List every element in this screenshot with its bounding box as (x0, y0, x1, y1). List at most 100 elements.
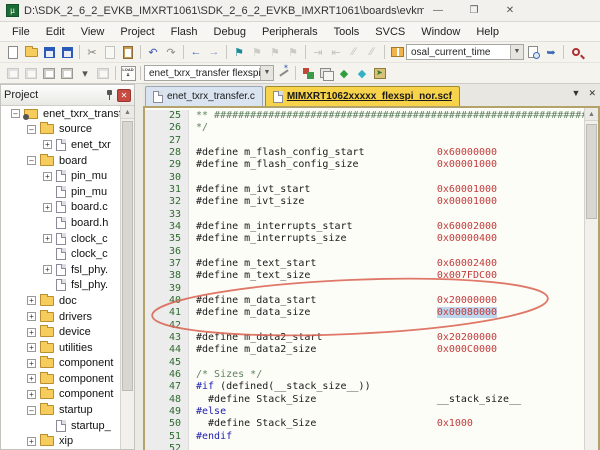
bookmark-clear-icon[interactable]: ⚑ (284, 44, 302, 61)
undo-icon[interactable]: ↶ (144, 44, 162, 61)
tab-enet-txrx-transfer-c[interactable]: enet_txrx_transfer.c (145, 86, 263, 106)
stop-build-icon[interactable] (94, 65, 112, 82)
translate-icon[interactable] (4, 65, 22, 82)
expand-icon[interactable]: + (27, 390, 36, 399)
menu-svcs[interactable]: SVCS (367, 24, 413, 40)
save-icon[interactable] (40, 44, 58, 61)
find-text-combobox[interactable]: osal_current_time▼ (406, 44, 524, 60)
scrollbar-thumb[interactable] (122, 121, 133, 391)
menu-project[interactable]: Project (112, 24, 162, 40)
menu-tools[interactable]: Tools (326, 24, 368, 40)
outdent-icon[interactable]: ⇤ (327, 44, 345, 61)
new-file-icon[interactable] (4, 44, 22, 61)
tree-item-startup[interactable]: –startup (1, 402, 120, 418)
select-software-icon[interactable]: ◆ (335, 65, 353, 82)
expand-icon[interactable]: + (27, 343, 36, 352)
tab-close-icon[interactable]: ✕ (588, 88, 596, 99)
tab-list-dropdown-icon[interactable]: ▼ (572, 88, 581, 99)
help-search-icon[interactable] (567, 44, 585, 61)
menu-file[interactable]: File (4, 24, 38, 40)
expand-icon[interactable]: + (43, 140, 52, 149)
nav-back-icon[interactable]: ← (187, 44, 205, 61)
expand-icon[interactable]: + (27, 328, 36, 337)
indent-icon[interactable]: ⇥ (309, 44, 327, 61)
scroll-up-icon[interactable]: ▲ (121, 106, 134, 119)
menu-debug[interactable]: Debug (206, 24, 254, 40)
expand-icon[interactable]: + (43, 234, 52, 243)
load-flash-icon[interactable]: LOAD ⇊ (119, 65, 137, 82)
tree-item-utilities[interactable]: +utilities (1, 340, 120, 356)
maximize-button[interactable]: ❐ (456, 0, 492, 22)
collapse-icon[interactable]: – (27, 125, 36, 134)
editor-scrollbar[interactable]: ▲ (584, 108, 598, 450)
collapse-icon[interactable]: – (27, 406, 36, 415)
target-options-icon[interactable] (274, 65, 292, 82)
batch-build-icon[interactable] (58, 65, 76, 82)
tree-item-component[interactable]: +component (1, 371, 120, 387)
tab-mimxrt1062xxxxx-flexspi-nor-scf[interactable]: MIMXRT1062xxxxx_flexspi_nor.scf (265, 86, 460, 106)
copy-icon[interactable] (101, 44, 119, 61)
tree-item-startup-[interactable]: startup_ (1, 418, 120, 434)
build-icon[interactable] (22, 65, 40, 82)
tree-item-xip[interactable]: +xip (1, 433, 120, 449)
rebuild-icon[interactable] (40, 65, 58, 82)
bookmark-prev-icon[interactable]: ⚑ (248, 44, 266, 61)
bookmark-next-icon[interactable]: ⚑ (266, 44, 284, 61)
menu-flash[interactable]: Flash (163, 24, 206, 40)
editor-content[interactable]: 25** ###################################… (145, 108, 584, 450)
tree-item-fsl-phy-[interactable]: fsl_phy. (1, 278, 120, 294)
tree-item-board-h[interactable]: board.h (1, 215, 120, 231)
scroll-up-icon[interactable]: ▲ (585, 108, 598, 121)
collapse-icon[interactable]: – (11, 109, 20, 118)
paste-icon[interactable] (119, 44, 137, 61)
bookmark-toggle-icon[interactable]: ⚑ (230, 44, 248, 61)
redo-icon[interactable]: ↷ (162, 44, 180, 61)
menu-window[interactable]: Window (413, 24, 468, 40)
expand-icon[interactable]: + (27, 359, 36, 368)
tree-item-source[interactable]: –source (1, 122, 120, 138)
cut-icon[interactable]: ✂ (83, 44, 101, 61)
nav-forward-icon[interactable]: → (205, 44, 223, 61)
expand-icon[interactable]: + (43, 203, 52, 212)
tree-item-component[interactable]: +component (1, 356, 120, 372)
minimize-button[interactable]: — (420, 0, 456, 22)
expand-icon[interactable]: + (27, 312, 36, 321)
tree-item-enet-txrx-transf[interactable]: –enet_txrx_transf (1, 106, 120, 122)
chevron-down-icon[interactable]: ▼ (260, 66, 273, 80)
close-button[interactable]: ✕ (492, 0, 528, 22)
expand-icon[interactable]: + (43, 265, 52, 274)
tree-item-clock-c[interactable]: +clock_c (1, 231, 120, 247)
menu-help[interactable]: Help (468, 24, 507, 40)
pin-icon[interactable] (104, 89, 114, 101)
tree-item-device[interactable]: +device (1, 324, 120, 340)
batch-build-arrow-icon[interactable]: ▾ (76, 65, 94, 82)
panel-close-icon[interactable]: ✕ (117, 89, 131, 102)
menu-edit[interactable]: Edit (38, 24, 73, 40)
expand-icon[interactable]: + (27, 296, 36, 305)
uncomment-icon[interactable]: ∕∕ (363, 44, 381, 61)
manage-rte-icon[interactable] (299, 65, 317, 82)
tree-item-component[interactable]: +component (1, 387, 120, 403)
chevron-down-icon[interactable]: ▼ (510, 45, 523, 59)
panel-splitter[interactable] (135, 84, 143, 450)
tree-item-clock-c[interactable]: clock_c (1, 246, 120, 262)
tree-item-board[interactable]: –board (1, 153, 120, 169)
comment-icon[interactable]: ∕∕ (345, 44, 363, 61)
tree-item-board-c[interactable]: +board.c (1, 200, 120, 216)
search-document-icon[interactable] (524, 44, 542, 61)
project-tree-scrollbar[interactable]: ▲ (120, 106, 134, 449)
tree-item-doc[interactable]: +doc (1, 293, 120, 309)
tree-item-fsl-phy-[interactable]: +fsl_phy. (1, 262, 120, 278)
tree-item-enet-txr[interactable]: +enet_txr (1, 137, 120, 153)
open-file-icon[interactable] (22, 44, 40, 61)
manage-books-icon[interactable] (317, 65, 335, 82)
expand-icon[interactable]: + (43, 172, 52, 181)
reference-search-icon[interactable]: ➥ (542, 44, 560, 61)
expand-icon[interactable]: + (27, 437, 36, 446)
expand-icon[interactable]: + (27, 374, 36, 383)
tree-item-drivers[interactable]: +drivers (1, 309, 120, 325)
filter-icon[interactable]: ◆ (353, 65, 371, 82)
scrollbar-thumb[interactable] (586, 124, 597, 219)
save-all-icon[interactable] (58, 44, 76, 61)
target-select-combobox[interactable]: enet_txrx_transfer flexspi▼ (144, 65, 274, 81)
